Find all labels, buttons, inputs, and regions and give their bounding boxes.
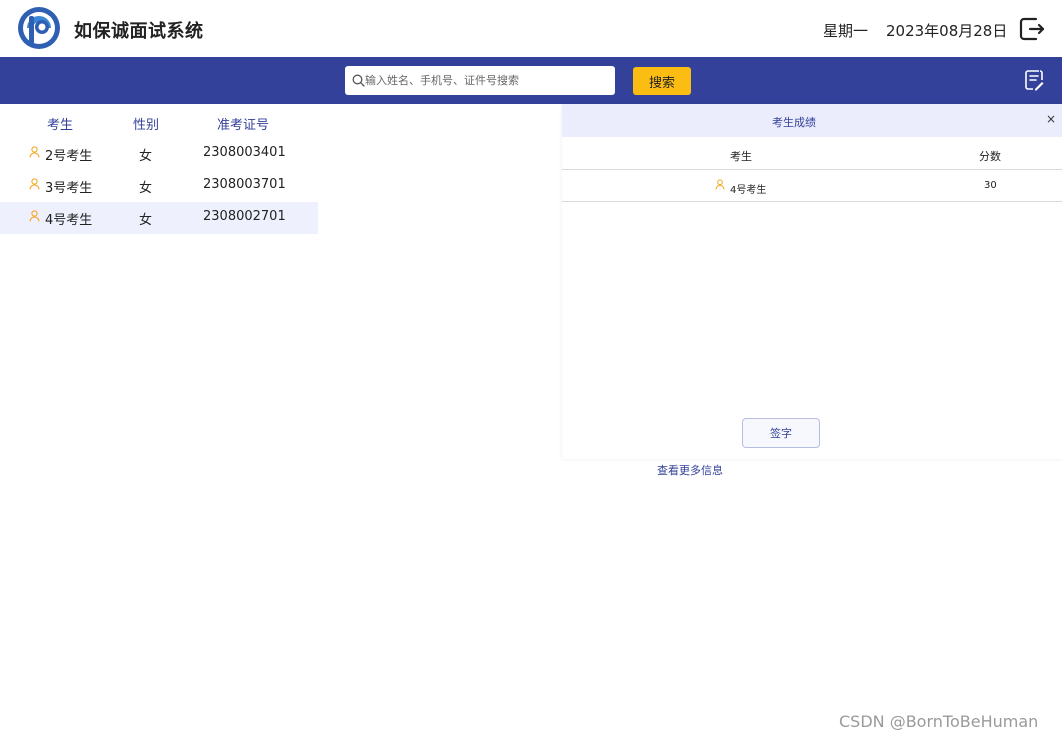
weekday-label: 星期一 xyxy=(823,22,869,40)
candidate-name: 3号考生 xyxy=(45,181,93,196)
score-panel: 考生成绩 × 考生 分数 4号考生 30 签字 xyxy=(562,104,1062,459)
view-more-link[interactable]: 查看更多信息 xyxy=(657,462,723,478)
column-header-exam-no: 准考证号 xyxy=(217,118,270,133)
person-icon xyxy=(29,146,40,158)
logout-icon[interactable] xyxy=(1018,15,1046,43)
person-icon xyxy=(715,179,725,190)
column-header-candidate: 考生 xyxy=(47,118,74,133)
score-panel-header: 考生成绩 × xyxy=(562,104,1062,137)
app-title: 如保诚面试系统 xyxy=(74,21,204,42)
search-icon xyxy=(352,74,365,87)
date-label: 2023年08月28日 xyxy=(886,22,1008,40)
search-button[interactable]: 搜索 xyxy=(633,67,691,95)
candidate-row-selected[interactable]: 4号考生 女 2308002701 xyxy=(0,202,318,234)
close-icon[interactable]: × xyxy=(1046,112,1056,126)
candidate-name: 2号考生 xyxy=(45,149,93,164)
candidate-exam-no: 2308003401 xyxy=(203,145,286,160)
score-panel-title: 考生成绩 xyxy=(772,116,816,129)
score-column-score: 分数 xyxy=(979,150,1001,163)
score-column-candidate: 考生 xyxy=(730,150,752,163)
sign-button[interactable]: 签字 xyxy=(742,418,820,448)
search-box[interactable] xyxy=(345,66,615,95)
candidate-gender: 女 xyxy=(139,213,153,228)
candidate-row[interactable]: 2号考生 女 2308003401 xyxy=(0,138,318,170)
app-header: 如保诚面试系统 星期一 2023年08月28日 xyxy=(0,0,1062,57)
candidate-exam-no: 2308003701 xyxy=(203,177,286,192)
score-row-name: 4号考生 xyxy=(730,185,767,196)
person-icon xyxy=(29,178,40,190)
candidate-exam-no: 2308002701 xyxy=(203,209,286,224)
divider xyxy=(562,201,1062,202)
candidate-gender: 女 xyxy=(139,149,153,164)
candidate-row[interactable]: 3号考生 女 2308003701 xyxy=(0,170,318,202)
column-header-gender: 性别 xyxy=(133,118,160,133)
score-row-score: 30 xyxy=(984,180,997,191)
divider xyxy=(562,169,1062,170)
search-input[interactable] xyxy=(365,66,609,95)
search-toolbar: 搜索 xyxy=(0,57,1062,104)
watermark: CSDN @BornToBeHuman xyxy=(839,712,1039,731)
candidate-name: 4号考生 xyxy=(45,213,93,228)
candidate-gender: 女 xyxy=(139,181,153,196)
person-icon xyxy=(29,210,40,222)
edit-record-icon[interactable] xyxy=(1024,69,1044,91)
logo-icon xyxy=(18,7,60,49)
